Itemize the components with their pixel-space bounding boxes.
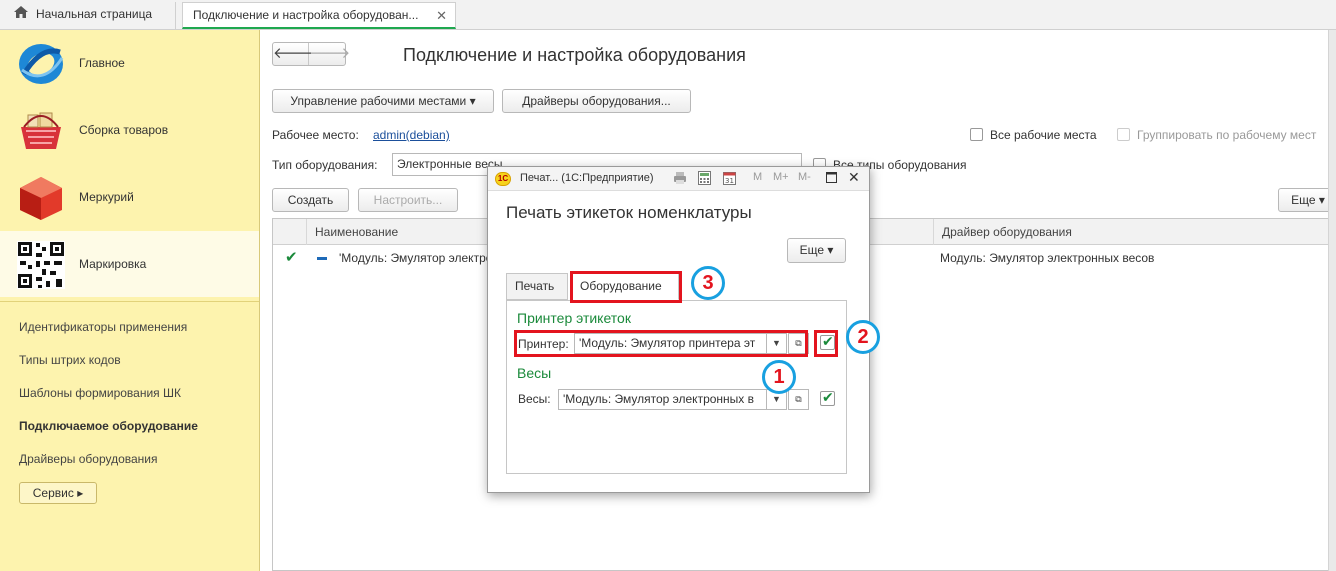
annotation-badge-3: 3 [691,266,725,300]
tab-home[interactable]: Начальная страница [4,2,176,29]
scales-label: Весы: [518,392,551,406]
printer-group-title: Принтер этикеток [517,310,631,326]
column-driver-header[interactable]: Драйвер оборудования [934,219,1336,245]
memory-add-button[interactable]: M+ [773,171,789,183]
equipment-item-icon: ▬ [317,252,327,263]
row-name-cell: 'Модуль: Эмулятор электронных весов [339,251,499,265]
sidebar-section-label: Главное [79,56,125,70]
tab-home-label: Начальная страница [36,7,153,21]
equipment-tab-highlight [570,271,682,303]
scales-enabled-checkbox[interactable]: ✔ [820,389,835,406]
sidebar-section-mercury[interactable]: Меркурий [0,164,259,230]
cube-icon [20,177,62,220]
page-title: Подключение и настройка оборудования [403,45,746,65]
back-button[interactable]: 🡐 [273,43,313,65]
sidebar-section-label: Сборка товаров [79,123,169,137]
all-workplaces-label: Все рабочие места [990,128,1097,142]
qr-code-icon [17,241,65,289]
annotation-badge-1: 1 [762,360,796,394]
create-button[interactable]: Создать [272,188,349,212]
all-workplaces-checkbox[interactable] [970,128,983,141]
sidebar-section-label: Маркировка [79,257,147,271]
tab-print[interactable]: Печать [506,273,568,300]
equipment-type-label: Тип оборудования: [272,158,378,172]
history-nav: 🡐 🡒 [272,42,350,66]
home-icon [14,2,28,27]
sidebar: Главное Сборка товаров Меркурий Маркиров… [0,30,260,571]
sidebar-section-assembly[interactable]: Сборка товаров [0,97,259,163]
check-icon: ✔ [822,389,834,405]
print-icon[interactable] [673,171,687,188]
equipment-drivers-button[interactable]: Драйверы оборудования... [502,89,691,113]
sidebar-link-equipment-drivers[interactable]: Драйверы оборудования [19,452,158,466]
calendar-icon[interactable]: 31 [723,171,736,188]
manage-workplaces-button[interactable]: Управление рабочими местами ▾ [272,89,494,113]
tab-equipment-setup[interactable]: Подключение и настройка оборудован... ✕ [182,2,456,29]
group-by-workplace-checkbox[interactable] [1117,128,1130,141]
sidebar-section-marking[interactable]: Маркировка [0,231,259,297]
scales-group-title: Весы [517,365,552,381]
dialog-window-title: Печат... (1С:Предприятие) [520,172,654,184]
active-check-icon: ✔ [285,249,298,266]
close-icon[interactable]: ✕ [848,169,860,186]
svg-text:31: 31 [725,177,734,185]
service-button[interactable]: Сервис ▸ [19,482,97,504]
sidebar-link-identifiers[interactable]: Идентификаторы применения [19,320,187,334]
sidebar-section-label: Меркурий [79,190,134,204]
scales-open-button[interactable]: ⧉ [788,389,809,410]
dialog-heading: Печать этикеток номенклатуры [506,203,752,222]
table-header-check [273,219,307,245]
main-section-icon [19,44,64,84]
memory-subtract-button[interactable]: M- [798,171,811,183]
configure-button[interactable]: Настроить... [358,188,458,212]
row-driver-cell: Модуль: Эмулятор электронных весов [940,251,1155,265]
maximize-icon[interactable] [826,172,837,186]
workplace-label: Рабочее место: [272,128,359,142]
printer-field-highlight [514,330,808,357]
tab-strip: Начальная страница Подключение и настрой… [0,0,1336,30]
app-logo-icon: 1С [495,172,511,186]
basket-icon [21,112,61,149]
forward-button[interactable]: 🡒 [310,43,350,65]
window-scroll-edge [1328,30,1336,571]
workplace-link[interactable]: admin(debian) [373,128,450,142]
memory-button[interactable]: M [753,171,762,183]
dialog-more-button[interactable]: Еще ▾ [787,238,846,263]
sidebar-link-connected-equipment[interactable]: Подключаемое оборудование [19,419,198,433]
scales-select[interactable]: 'Модуль: Эмулятор электронных в [558,389,767,410]
close-icon[interactable]: ✕ [436,3,447,28]
tab-equipment-setup-label: Подключение и настройка оборудован... [193,8,419,22]
sidebar-link-barcode-templates[interactable]: Шаблоны формирования ШК [19,386,181,400]
sidebar-section-main[interactable]: Главное [0,30,259,96]
group-by-workplace-label: Группировать по рабочему мест [1137,128,1317,142]
dialog-titlebar[interactable]: 1С Печат... (1С:Предприятие) 31 M M+ M- … [488,167,869,191]
equipment-tab-panel: Принтер этикеток Принтер: 'Модуль: Эмуля… [506,300,847,474]
sidebar-divider [0,301,259,302]
calculator-icon[interactable] [698,171,711,188]
annotation-badge-2: 2 [846,320,880,354]
printer-checkbox-highlight [814,330,838,357]
sidebar-link-barcode-types[interactable]: Типы штрих кодов [19,353,121,367]
